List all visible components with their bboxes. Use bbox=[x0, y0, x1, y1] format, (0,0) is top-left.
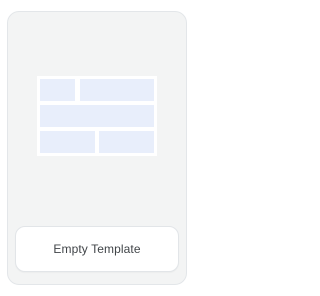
template-card-empty[interactable]: Empty Template bbox=[7, 11, 187, 285]
template-label: Empty Template bbox=[53, 242, 141, 256]
template-label-box[interactable]: Empty Template bbox=[15, 226, 179, 272]
layout-grid-icon bbox=[37, 76, 157, 156]
